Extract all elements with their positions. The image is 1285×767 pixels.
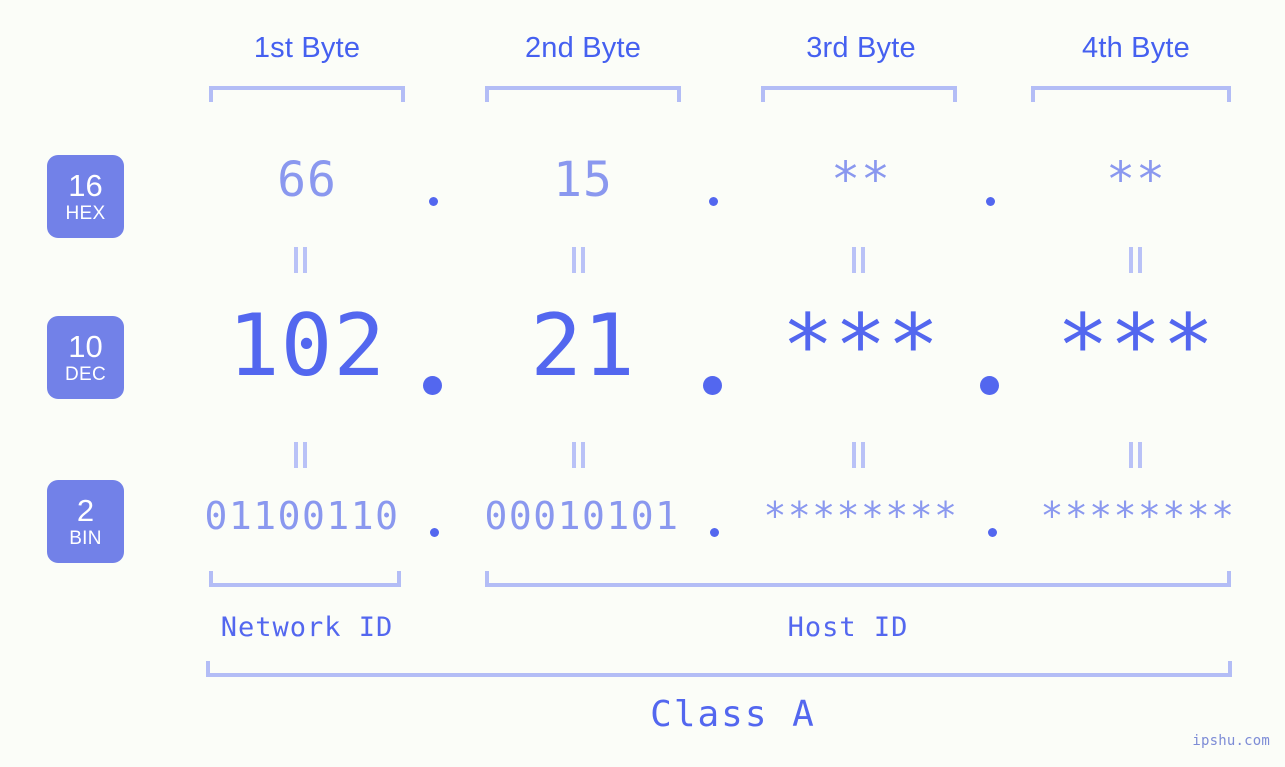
byte-bracket-1: [209, 86, 405, 102]
dec-byte-4: ***: [1056, 296, 1216, 396]
hex-byte-3: **: [831, 152, 891, 208]
host-id-bracket: [485, 571, 1231, 587]
byte-header-2: 2nd Byte: [524, 32, 642, 64]
equals-mark-dec-bin-4: [1128, 442, 1143, 468]
byte-header-4: 4th Byte: [1082, 32, 1190, 64]
site-watermark: ipshu.com: [1192, 733, 1270, 749]
class-bracket: [206, 661, 1232, 677]
base-badge-dec-number: 10: [68, 329, 103, 364]
hex-dot-1: [429, 197, 438, 206]
bin-byte-1: 01100110: [204, 494, 400, 538]
bin-dot-2: [710, 528, 719, 537]
equals-mark-hex-dec-3: [851, 247, 866, 273]
equals-mark-hex-dec-4: [1128, 247, 1143, 273]
byte-header-1: 1st Byte: [253, 32, 361, 64]
base-badge-dec-label: DEC: [64, 364, 106, 385]
hex-dot-3: [986, 197, 995, 206]
bin-dot-3: [988, 528, 997, 537]
byte-header-3: 3rd Byte: [806, 32, 916, 64]
byte-bracket-3: [761, 86, 957, 102]
bin-byte-4: ********: [1040, 494, 1236, 538]
dec-byte-3: ***: [781, 296, 941, 396]
bin-dot-1: [430, 528, 439, 537]
base-badge-hex[interactable]: 16 HEX: [47, 155, 124, 238]
equals-mark-hex-dec-2: [571, 247, 586, 273]
base-badge-hex-label: HEX: [65, 203, 106, 224]
dec-dot-2: [703, 376, 722, 395]
dec-byte-2: 21: [530, 296, 636, 396]
dec-byte-1: 102: [227, 296, 387, 396]
network-id-label: Network ID: [220, 612, 394, 643]
base-badge-bin-label: BIN: [69, 528, 102, 549]
equals-mark-dec-bin-2: [571, 442, 586, 468]
hex-byte-4: **: [1106, 152, 1166, 208]
byte-bracket-4: [1031, 86, 1231, 102]
dec-dot-1: [423, 376, 442, 395]
byte-bracket-2: [485, 86, 681, 102]
hex-byte-1: 66: [277, 152, 337, 208]
base-badge-bin-number: 2: [76, 493, 95, 528]
equals-mark-dec-bin-1: [293, 442, 308, 468]
network-id-bracket: [209, 571, 401, 587]
hex-dot-2: [709, 197, 718, 206]
bin-byte-2: 00010101: [484, 494, 680, 538]
equals-mark-hex-dec-1: [293, 247, 308, 273]
equals-mark-dec-bin-3: [851, 442, 866, 468]
bin-byte-3: ********: [763, 494, 959, 538]
base-badge-bin[interactable]: 2 BIN: [47, 480, 124, 563]
base-badge-dec[interactable]: 10 DEC: [47, 316, 124, 399]
class-label: Class A: [650, 694, 816, 735]
base-badge-hex-number: 16: [68, 168, 103, 203]
dec-dot-3: [980, 376, 999, 395]
host-id-label: Host ID: [787, 612, 909, 643]
hex-byte-2: 15: [553, 152, 613, 208]
ip-address-breakdown-diagram: 1st Byte 2nd Byte 3rd Byte 4th Byte 16 H…: [0, 0, 1285, 767]
